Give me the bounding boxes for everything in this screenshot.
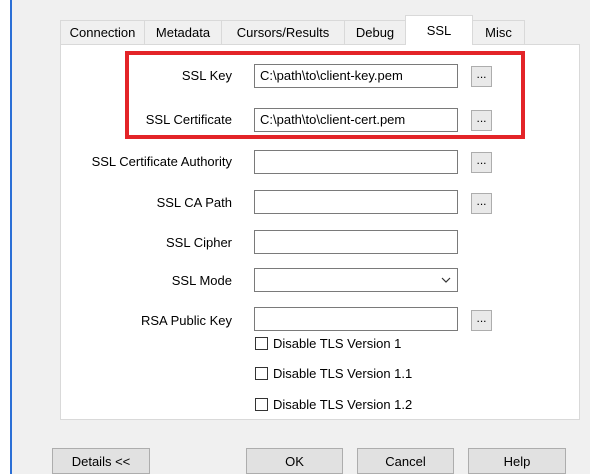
disable-tls12-checkbox[interactable]	[255, 397, 268, 411]
ssl-ca-path-browse-button[interactable]: ...	[471, 193, 492, 214]
cancel-button[interactable]: Cancel	[357, 448, 454, 474]
ssl-ca-path-label: SSL CA Path	[156, 195, 232, 210]
ssl-cipher-label: SSL Cipher	[166, 235, 232, 250]
tab-metadata[interactable]: Metadata	[144, 20, 222, 44]
disable-tls12-label: Disable TLS Version 1.2	[273, 396, 413, 412]
ssl-ca-path-input[interactable]	[254, 190, 458, 214]
disable-tls1-label: Disable TLS Version 1	[273, 335, 402, 351]
tab-cursors-results[interactable]: Cursors/Results	[221, 20, 345, 44]
tab-debug[interactable]: Debug	[344, 20, 406, 44]
ssl-mode-label: SSL Mode	[171, 273, 232, 288]
rsa-public-key-browse-button[interactable]: ...	[471, 310, 492, 331]
ssl-key-label: SSL Key	[181, 68, 232, 83]
ok-button[interactable]: OK	[246, 448, 343, 474]
details-button[interactable]: Details <<	[52, 448, 150, 474]
ssl-ca-input[interactable]	[254, 150, 458, 174]
disable-tls12-checkbox-row[interactable]: Disable TLS Version 1.2	[255, 395, 412, 413]
tab-connection[interactable]: Connection	[60, 20, 145, 44]
disable-tls11-label: Disable TLS Version 1.1	[273, 365, 413, 381]
rsa-public-key-input[interactable]	[254, 307, 458, 331]
chevron-down-icon	[441, 277, 451, 283]
tab-misc[interactable]: Misc	[472, 20, 525, 44]
ssl-key-browse-button[interactable]: ...	[471, 66, 492, 87]
disable-tls1-checkbox[interactable]	[255, 336, 268, 350]
rsa-public-key-label: RSA Public Key	[140, 313, 232, 328]
help-button[interactable]: Help	[468, 448, 566, 474]
disable-tls11-checkbox[interactable]	[255, 366, 268, 380]
odbc-connector-dialog: Connection Metadata Cursors/Results Debu…	[12, 0, 590, 474]
ssl-mode-select[interactable]	[254, 268, 458, 292]
tab-ssl[interactable]: SSL	[405, 15, 473, 45]
ssl-key-input[interactable]: C:\path\to\client-key.pem	[254, 64, 458, 88]
disable-tls1-checkbox-row[interactable]: Disable TLS Version 1	[255, 334, 401, 352]
disable-tls11-checkbox-row[interactable]: Disable TLS Version 1.1	[255, 364, 412, 382]
ssl-ca-browse-button[interactable]: ...	[471, 152, 492, 173]
ssl-certificate-browse-button[interactable]: ...	[471, 110, 492, 131]
ssl-certificate-input[interactable]: C:\path\to\client-cert.pem	[254, 108, 458, 132]
ssl-cipher-input[interactable]	[254, 230, 458, 254]
ssl-ca-label: SSL Certificate Authority	[91, 154, 232, 169]
ssl-certificate-label: SSL Certificate	[145, 112, 232, 127]
